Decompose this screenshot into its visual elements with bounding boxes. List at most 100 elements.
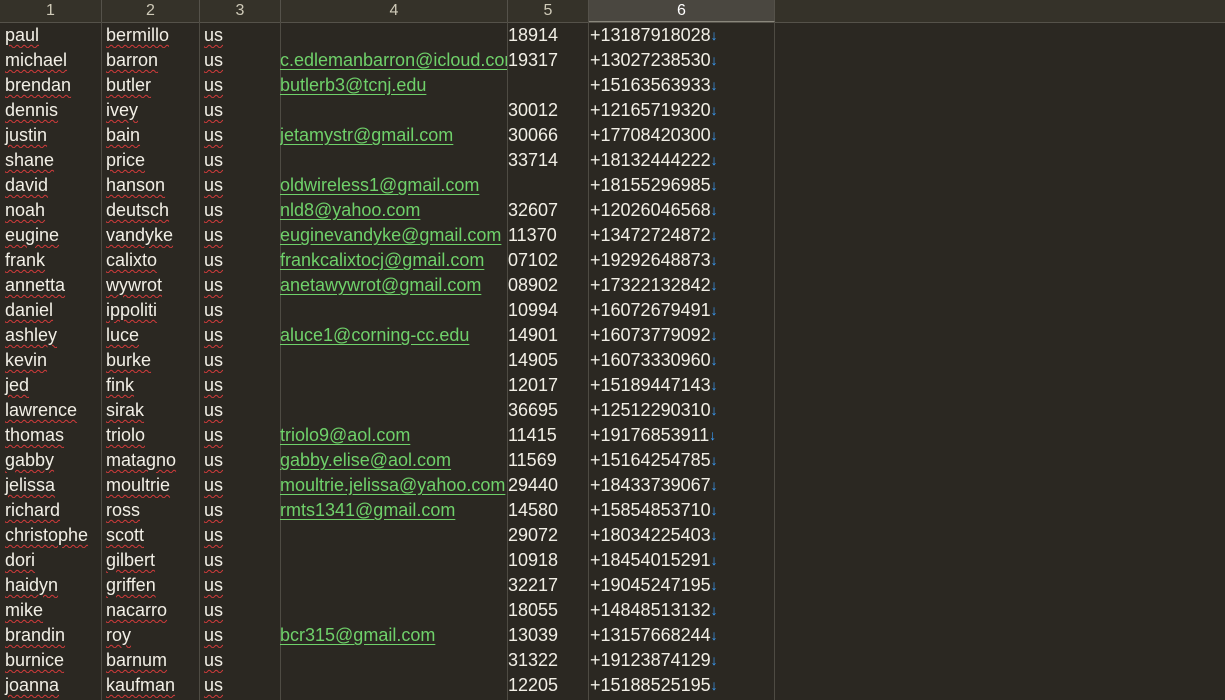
cell-phone[interactable]: +19292648873 ↓ xyxy=(588,248,774,273)
column-header-2[interactable]: 2 xyxy=(102,0,200,22)
cell-last-name[interactable]: fink xyxy=(101,373,199,398)
cell-first-name[interactable]: paul xyxy=(0,23,101,48)
cell-email[interactable] xyxy=(280,398,507,423)
cell-phone[interactable]: +19176853911 ↓ xyxy=(588,423,774,448)
cell-first-name[interactable]: daniel xyxy=(0,298,101,323)
cell-first-name[interactable]: jelissa xyxy=(0,473,101,498)
cell-last-name[interactable]: ross xyxy=(101,498,199,523)
cell-first-name[interactable]: ashley xyxy=(0,323,101,348)
cell-zip[interactable]: 14580 xyxy=(507,498,588,523)
cell-last-name[interactable]: triolo xyxy=(101,423,199,448)
cell-first-name[interactable]: christophe xyxy=(0,523,101,548)
cell-zip[interactable]: 10918 xyxy=(507,548,588,573)
cell-zip[interactable]: 07102 xyxy=(507,248,588,273)
cell-country[interactable]: us xyxy=(199,548,280,573)
cell-first-name[interactable]: haidyn xyxy=(0,573,101,598)
cell-country[interactable]: us xyxy=(199,123,280,148)
cell-zip[interactable] xyxy=(507,73,588,98)
cell-email[interactable] xyxy=(280,373,507,398)
cell-country[interactable]: us xyxy=(199,298,280,323)
cell-zip[interactable]: 14905 xyxy=(507,348,588,373)
cell-phone[interactable]: +15163563933 ↓ xyxy=(588,73,774,98)
cell-first-name[interactable]: gabby xyxy=(0,448,101,473)
cell-email[interactable] xyxy=(280,523,507,548)
cell-zip[interactable]: 12017 xyxy=(507,373,588,398)
cell-first-name[interactable]: justin xyxy=(0,123,101,148)
cell-country[interactable]: us xyxy=(199,398,280,423)
cell-first-name[interactable]: dori xyxy=(0,548,101,573)
cell-last-name[interactable]: wywrot xyxy=(101,273,199,298)
cell-country[interactable]: us xyxy=(199,673,280,698)
cell-first-name[interactable]: eugine xyxy=(0,223,101,248)
cell-last-name[interactable]: sirak xyxy=(101,398,199,423)
cell-first-name[interactable]: joanna xyxy=(0,673,101,698)
cell-first-name[interactable]: brandin xyxy=(0,623,101,648)
cell-phone[interactable]: +17708420300 ↓ xyxy=(588,123,774,148)
cell-email[interactable] xyxy=(280,148,507,173)
cell-email[interactable]: anetawywrot@gmail.com xyxy=(280,273,507,298)
cell-country[interactable]: us xyxy=(199,373,280,398)
cell-phone[interactable]: +15189447143 ↓ xyxy=(588,373,774,398)
cell-phone[interactable]: +19045247195 ↓ xyxy=(588,573,774,598)
cell-last-name[interactable]: bain xyxy=(101,123,199,148)
cell-last-name[interactable]: gilbert xyxy=(101,548,199,573)
cell-first-name[interactable]: brendan xyxy=(0,73,101,98)
cell-last-name[interactable]: bermillo xyxy=(101,23,199,48)
cell-last-name[interactable]: burke xyxy=(101,348,199,373)
cell-country[interactable]: us xyxy=(199,248,280,273)
cell-country[interactable]: us xyxy=(199,573,280,598)
cell-email[interactable]: rmts1341@gmail.com xyxy=(280,498,507,523)
cell-last-name[interactable]: hanson xyxy=(101,173,199,198)
cell-zip[interactable]: 18055 xyxy=(507,598,588,623)
cell-first-name[interactable]: mike xyxy=(0,598,101,623)
cell-email[interactable]: oldwireless1@gmail.com xyxy=(280,173,507,198)
cell-last-name[interactable]: scott xyxy=(101,523,199,548)
cell-last-name[interactable]: deutsch xyxy=(101,198,199,223)
cell-last-name[interactable]: ippoliti xyxy=(101,298,199,323)
column-header-6[interactable]: 6 xyxy=(589,0,775,22)
cell-phone[interactable]: +19123874129 ↓ xyxy=(588,648,774,673)
cell-zip[interactable]: 19317 xyxy=(507,48,588,73)
cell-country[interactable]: us xyxy=(199,173,280,198)
cell-phone[interactable]: +16073779092 ↓ xyxy=(588,323,774,348)
cell-email[interactable]: triolo9@aol.com xyxy=(280,423,507,448)
cell-country[interactable]: us xyxy=(199,48,280,73)
cell-last-name[interactable]: matagno xyxy=(101,448,199,473)
cell-last-name[interactable]: butler xyxy=(101,73,199,98)
cell-email[interactable]: jetamystr@gmail.com xyxy=(280,123,507,148)
cell-phone[interactable]: +12026046568 ↓ xyxy=(588,198,774,223)
cell-country[interactable]: us xyxy=(199,23,280,48)
cell-first-name[interactable]: david xyxy=(0,173,101,198)
cell-first-name[interactable]: thomas xyxy=(0,423,101,448)
cell-phone[interactable]: +18132444222 ↓ xyxy=(588,148,774,173)
cell-email[interactable]: c.edlemanbarron@icloud.com xyxy=(280,48,507,73)
cell-country[interactable]: us xyxy=(199,73,280,98)
cell-first-name[interactable]: burnice xyxy=(0,648,101,673)
cell-phone[interactable]: +13157668244 ↓ xyxy=(588,623,774,648)
cell-email[interactable]: euginevandyke@gmail.com xyxy=(280,223,507,248)
cell-phone[interactable]: +12165719320 ↓ xyxy=(588,98,774,123)
cell-zip[interactable]: 11370 xyxy=(507,223,588,248)
cell-phone[interactable]: +15164254785 ↓ xyxy=(588,448,774,473)
cell-last-name[interactable]: roy xyxy=(101,623,199,648)
cell-last-name[interactable]: ivey xyxy=(101,98,199,123)
cell-country[interactable]: us xyxy=(199,473,280,498)
cell-first-name[interactable]: richard xyxy=(0,498,101,523)
cell-phone[interactable]: +16072679491 ↓ xyxy=(588,298,774,323)
cell-email[interactable] xyxy=(280,298,507,323)
cell-last-name[interactable]: barnum xyxy=(101,648,199,673)
cell-first-name[interactable]: kevin xyxy=(0,348,101,373)
cell-email[interactable] xyxy=(280,23,507,48)
cell-zip[interactable]: 30066 xyxy=(507,123,588,148)
cell-email[interactable]: butlerb3@tcnj.edu xyxy=(280,73,507,98)
column-header-1[interactable]: 1 xyxy=(0,0,102,22)
cell-first-name[interactable]: michael xyxy=(0,48,101,73)
cell-email[interactable]: frankcalixtocj@gmail.com xyxy=(280,248,507,273)
cell-zip[interactable]: 31322 xyxy=(507,648,588,673)
cell-country[interactable]: us xyxy=(199,448,280,473)
cell-email[interactable] xyxy=(280,573,507,598)
cell-country[interactable]: us xyxy=(199,648,280,673)
cell-zip[interactable]: 29440 xyxy=(507,473,588,498)
cell-first-name[interactable]: dennis xyxy=(0,98,101,123)
cell-last-name[interactable]: calixto xyxy=(101,248,199,273)
